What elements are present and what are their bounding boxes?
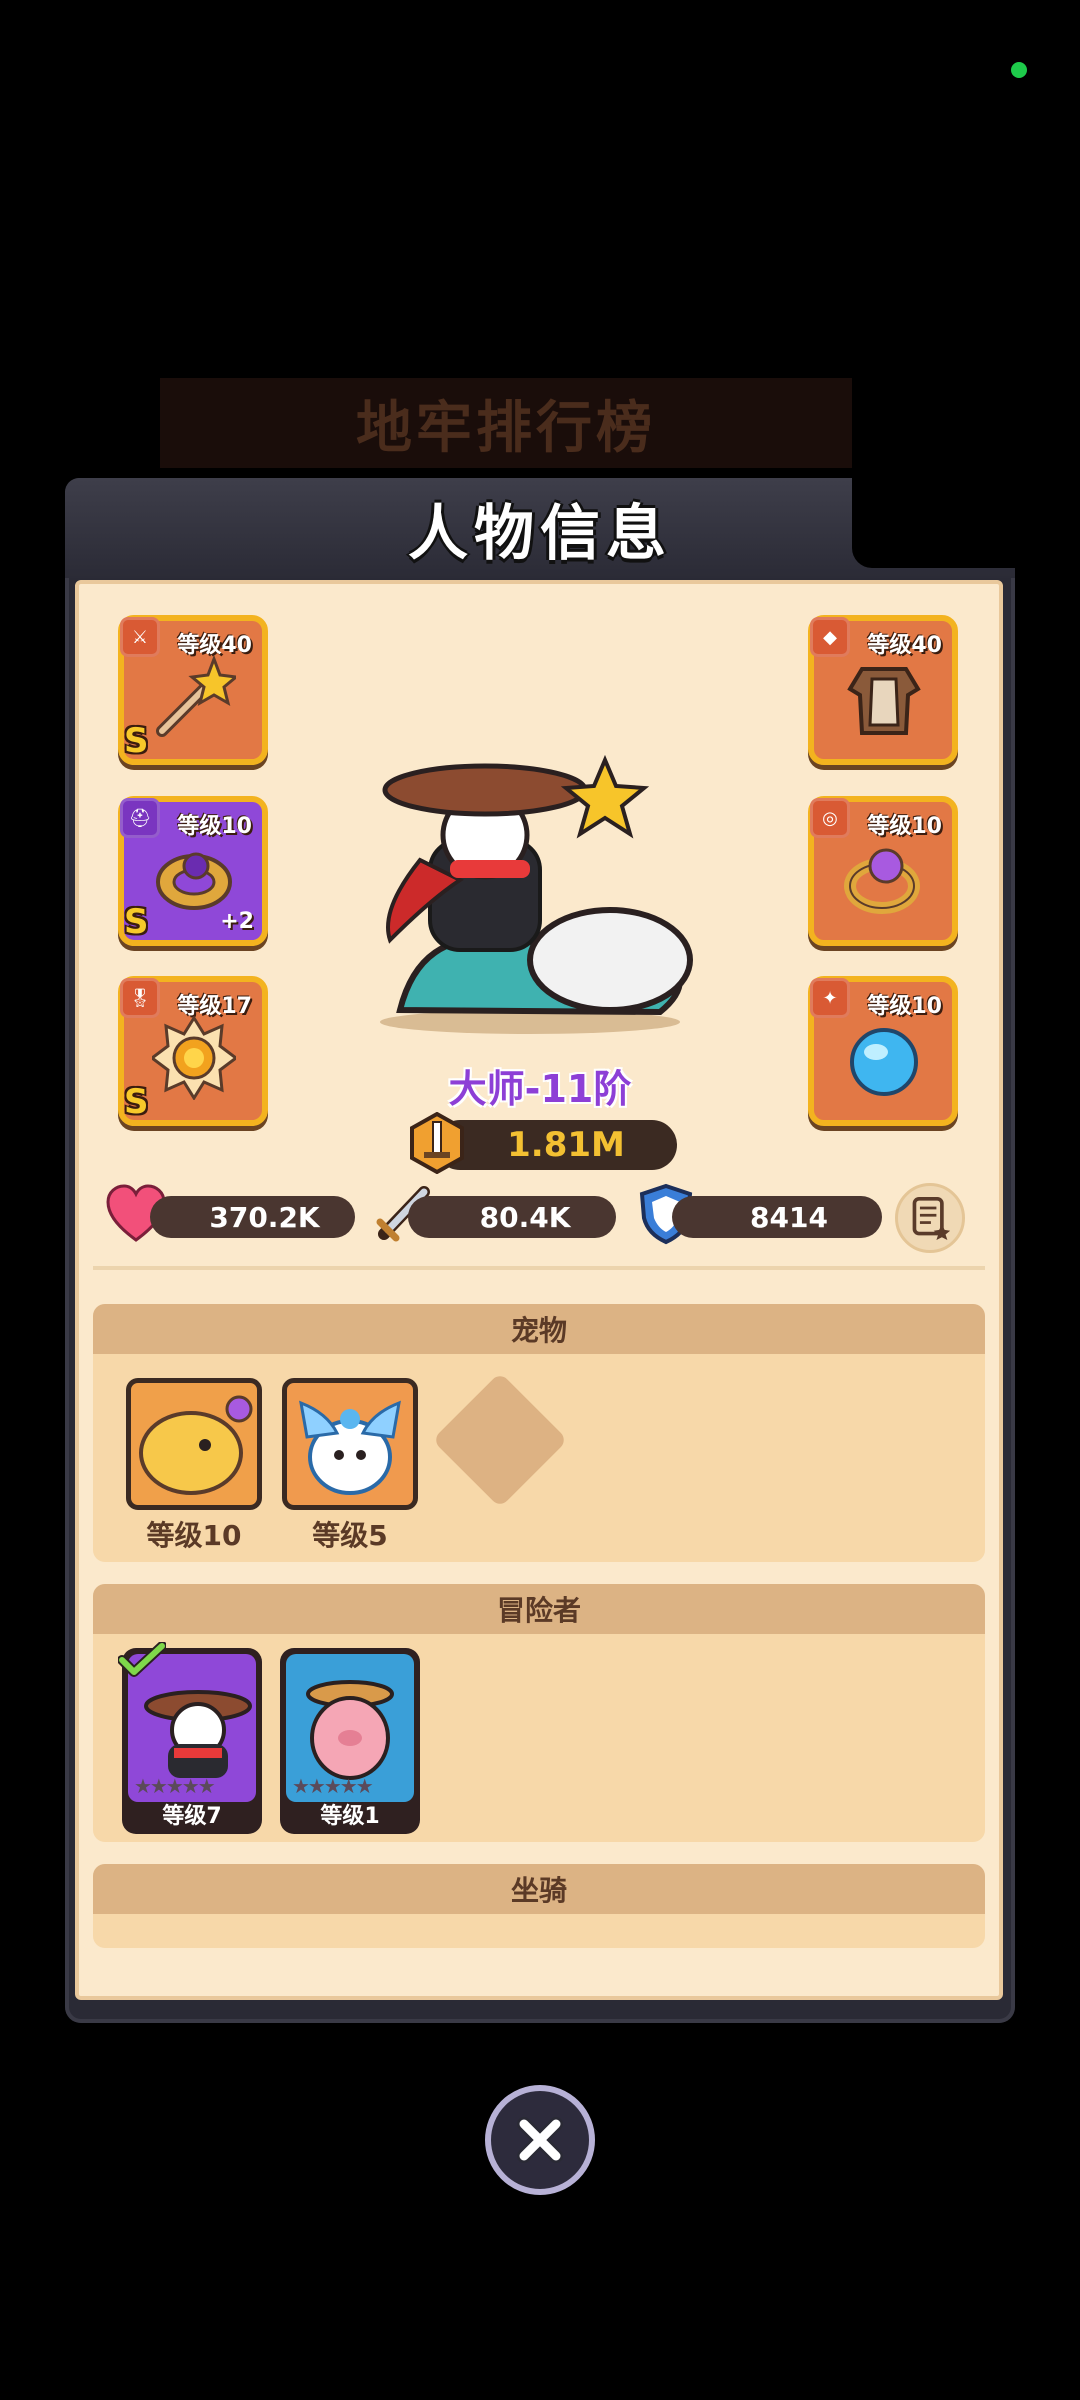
armor-type-icon: ◆ (810, 617, 850, 657)
blue-bird-pet-icon (299, 1400, 401, 1495)
equip-slot-bracelet[interactable]: ⛑ 等级10 S +2 (118, 796, 268, 946)
sun-emblem-icon (152, 1016, 236, 1100)
equip-slot-weapon[interactable]: ⚔ 等级40 S (118, 615, 268, 765)
equip-slot-emblem[interactable]: 🎖 等级17 S (118, 976, 268, 1126)
close-icon (517, 2117, 563, 2163)
equip-slot-ring[interactable]: ◎ 等级10 (808, 796, 958, 946)
document-icon (912, 1196, 951, 1240)
equip-slot-amulet[interactable]: ✦ 等级10 (808, 976, 958, 1126)
adventurer-card-1[interactable]: ★★★★★ 等级7 (118, 1642, 262, 1834)
attack-stat: 80.4K (408, 1196, 616, 1238)
defense-stat: 8414 (672, 1196, 882, 1238)
hp-value: 370.2K (209, 1200, 320, 1234)
combat-power-value: 1.81M (507, 1125, 625, 1165)
yellow-beast-pet-icon (139, 1395, 253, 1495)
gold-bracelet-icon (156, 852, 232, 910)
combat-power-bar: 1.81M (435, 1120, 677, 1170)
medal-icon: 🎖 (120, 978, 160, 1018)
armor-icon (847, 667, 921, 735)
background-leaderboard-title: 地牢排行榜 (160, 378, 852, 468)
sword-icon: ⚔ (120, 617, 160, 657)
helmet-icon: ⛑ (120, 798, 160, 838)
panel-title: 人物信息 (408, 498, 672, 569)
pet-level-1: 等级10 (146, 1519, 242, 1552)
equip-grade: S (124, 1082, 149, 1122)
overlay-corner (852, 478, 1018, 568)
pet-slot-1[interactable] (126, 1378, 262, 1510)
status-indicator-dot (1011, 62, 1027, 78)
pets-section-title: 宠物 (93, 1304, 985, 1354)
hp-stat: 370.2K (150, 1196, 355, 1238)
adventurer-stars: ★★★★★ (134, 1774, 216, 1798)
combat-power-icon (410, 1112, 464, 1174)
mount-section-title: 坐骑 (93, 1864, 985, 1914)
mount-section: 坐骑 (93, 1864, 985, 1948)
amulet-type-icon: ✦ (810, 978, 850, 1018)
adventurers-section-title: 冒险者 (93, 1584, 985, 1634)
equip-grade: S (124, 721, 149, 761)
adventurer-level: 等级1 (320, 1804, 380, 1829)
adventurer-card-2[interactable]: ★★★★★ 等级1 (280, 1648, 420, 1834)
hero-rank: 大师-11阶 (448, 1067, 632, 1111)
checkmark-icon (118, 1642, 166, 1677)
blue-orb-icon (850, 1028, 918, 1096)
adventurer-level: 等级7 (162, 1804, 222, 1829)
ring-icon (844, 848, 920, 914)
close-button[interactable] (485, 2085, 595, 2195)
equip-bonus: +2 (220, 909, 254, 934)
details-log-button[interactable] (895, 1183, 965, 1253)
adventurer-stars: ★★★★★ (292, 1774, 374, 1798)
hero-character-art (380, 754, 693, 1034)
wand-icon (156, 655, 236, 737)
divider (93, 1266, 985, 1270)
pet-level-2: 等级5 (312, 1519, 388, 1552)
equip-slot-armor[interactable]: ◆ 等级40 (808, 615, 958, 765)
equip-grade: S (124, 902, 149, 942)
attack-value: 80.4K (479, 1200, 571, 1234)
defense-value: 8414 (750, 1200, 828, 1234)
ring-type-icon: ◎ (810, 798, 850, 838)
pet-slot-2[interactable] (282, 1378, 418, 1510)
